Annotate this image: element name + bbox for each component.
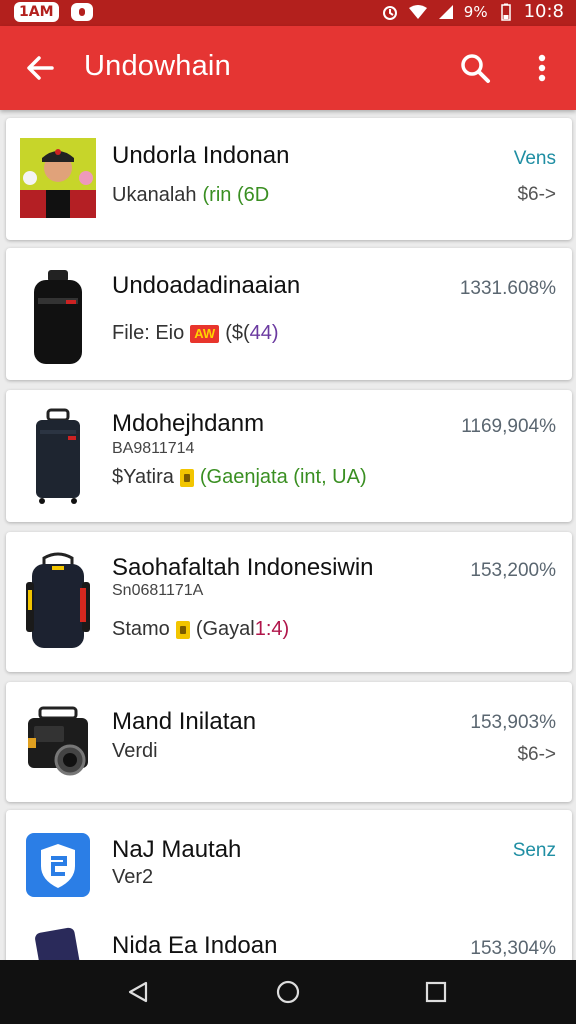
- camera-thumbnail: [20, 700, 96, 784]
- item-detail: Ukanalah (rin (6D: [112, 184, 269, 207]
- item-title: Saohafaltah Indonesiwin: [112, 554, 374, 581]
- item-title: Mdohejhdanm: [112, 410, 265, 437]
- battery-level: 9%: [463, 2, 488, 21]
- back-arrow-icon: [27, 56, 54, 80]
- more-vert-icon: [538, 54, 546, 82]
- product-thumbnail: [20, 268, 96, 368]
- app-bar: Undowhain: [0, 26, 576, 110]
- item-price: $6->: [517, 744, 556, 765]
- item-price: $6->: [517, 184, 556, 205]
- item-detail: $Yatira (Gaenjata (int, UA): [112, 466, 367, 489]
- nav-back-icon: [128, 981, 148, 1003]
- backpack-thumbnail: [20, 550, 96, 654]
- item-percent: 153,304%: [470, 938, 556, 959]
- item-percent: 153,903%: [470, 712, 556, 733]
- item-title: Undoadadinaaian: [112, 272, 301, 299]
- item-status: Senz: [512, 840, 556, 861]
- item-subtitle: Sn0681171A: [112, 582, 204, 599]
- item-percent: 153,200%: [470, 560, 556, 581]
- luggage-thumbnail: [20, 406, 96, 506]
- wifi-icon: [408, 2, 428, 22]
- item-tag: AW: [190, 324, 220, 343]
- list-item[interactable]: Undorla Indonan Ukanalah (rin (6D Vens $…: [6, 118, 572, 240]
- item-detail-suffix: ($(: [225, 322, 250, 344]
- status-bar: 1AM 9% 10:8: [0, 0, 576, 26]
- coin-icon: [179, 468, 194, 487]
- list-item[interactable]: NaJ Mautah Ver2 Senz Nida Ea Indoan 153,…: [6, 810, 572, 960]
- item-detail: File: Eio AW ($(44): [112, 322, 279, 345]
- signal-icon: [436, 2, 456, 22]
- shield-app-icon: [20, 830, 96, 900]
- list-item[interactable]: Mand Inilatan Verdi 153,903% $6->: [6, 682, 572, 802]
- item-title: Nida Ea Indoan: [112, 932, 278, 959]
- item-detail-prefix: $Yatira: [112, 466, 174, 488]
- item-detail-accent: (Gayal: [195, 618, 255, 640]
- alarm-icon: [380, 2, 400, 22]
- item-detail-prefix: File: Eio: [112, 322, 185, 344]
- item-detail: Stamo (Gayal 1:4): [112, 618, 289, 641]
- back-button[interactable]: [20, 48, 60, 88]
- app-list: Undorla Indonan Ukanalah (rin (6D Vens $…: [0, 110, 576, 960]
- item-detail-prefix: Ukanalah: [112, 184, 197, 206]
- item-detail-accent: (rin (6D: [202, 184, 270, 206]
- item-title: Undorla Indonan: [112, 142, 290, 169]
- search-icon: [461, 54, 490, 83]
- nav-recents-button[interactable]: [416, 972, 456, 1012]
- item-subtitle: Ver2: [112, 866, 154, 888]
- system-nav-bar: [0, 960, 576, 1024]
- app-notification-icon: [70, 3, 93, 21]
- person-thumbnail: [20, 138, 96, 218]
- nav-back-button[interactable]: [118, 972, 158, 1012]
- item-detail-accent: (Gaenjata (int, UA): [199, 466, 367, 488]
- item-detail-count: 1:4): [254, 618, 290, 640]
- item-percent: 1331.608%: [459, 278, 556, 299]
- item-subtitle: BA9811714: [112, 440, 195, 457]
- item-detail-count: 44): [249, 322, 279, 344]
- clock: 10:8: [523, 1, 564, 22]
- nav-recents-icon: [425, 981, 447, 1003]
- item-detail-prefix: Stamo: [112, 618, 170, 640]
- nav-home-icon: [276, 980, 300, 1004]
- nav-home-button[interactable]: [268, 972, 308, 1012]
- coin-icon: [175, 620, 190, 639]
- page-title: Undowhain: [84, 50, 231, 82]
- list-item[interactable]: Mdohejhdanm BA9811714 $Yatira (Gaenjata …: [6, 390, 572, 522]
- battery-icon: [496, 2, 516, 22]
- list-item[interactable]: Undoadadinaaian File: Eio AW ($(44) 1331…: [6, 248, 572, 380]
- item-status: Vens: [513, 148, 556, 169]
- item-title: NaJ Mautah: [112, 836, 242, 863]
- notification-badge: 1AM: [14, 2, 59, 22]
- list-item[interactable]: Saohafaltah Indonesiwin Sn0681171A Stamo…: [6, 532, 572, 672]
- search-button[interactable]: [455, 48, 495, 88]
- item-title: Mand Inilatan: [112, 708, 257, 735]
- item-subtitle: Verdi: [112, 740, 158, 762]
- status-left: 1AM: [14, 2, 93, 22]
- status-right: 9% 10:8: [380, 1, 564, 22]
- phone-thumbnail: [20, 924, 96, 960]
- item-percent: 1169,904%: [461, 416, 556, 437]
- more-options-button[interactable]: [524, 48, 560, 88]
